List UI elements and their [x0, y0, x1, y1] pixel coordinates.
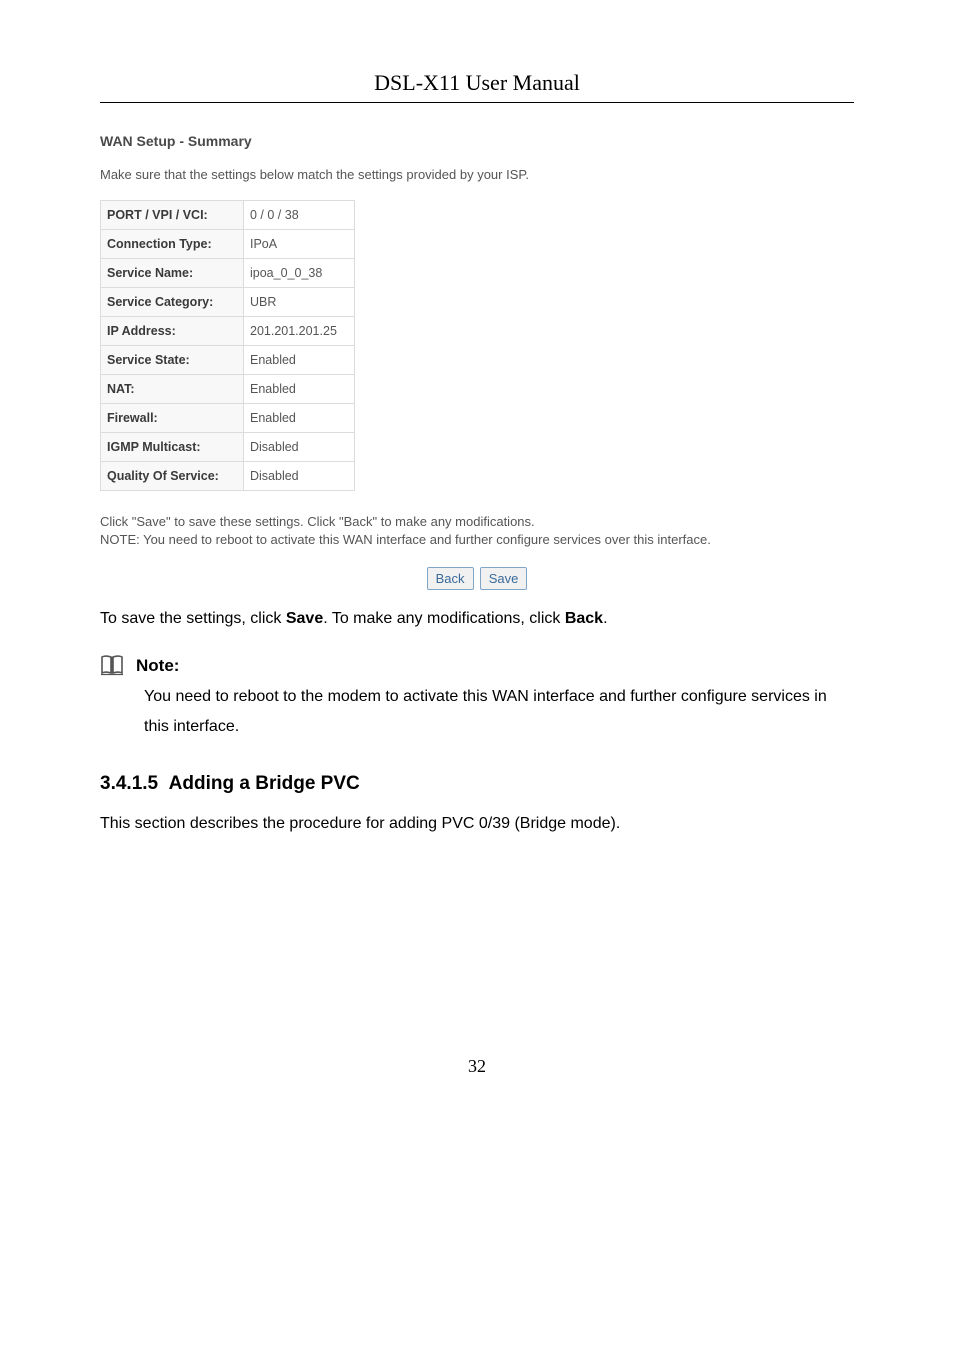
book-icon — [100, 654, 124, 676]
row-label: Connection Type: — [101, 230, 244, 259]
section-number: 3.4.1.5 — [100, 773, 158, 794]
row-label: NAT: — [101, 375, 244, 404]
table-row: Service State:Enabled — [101, 346, 355, 375]
row-label: Service Name: — [101, 259, 244, 288]
text-fragment: . — [603, 610, 607, 627]
note-label: Note: — [136, 656, 179, 676]
instruction-line-2: NOTE: You need to reboot to activate thi… — [100, 532, 711, 547]
section-heading: 3.4.1.5 Adding a Bridge PVC — [100, 773, 854, 795]
table-row: Firewall:Enabled — [101, 404, 355, 433]
panel-description: Make sure that the settings below match … — [100, 167, 854, 182]
row-label: PORT / VPI / VCI: — [101, 201, 244, 230]
panel-instructions: Click "Save" to save these settings. Cli… — [100, 513, 854, 549]
save-button[interactable]: Save — [480, 567, 528, 590]
back-button[interactable]: Back — [427, 567, 474, 590]
table-row: IP Address:201.201.201.25 — [101, 317, 355, 346]
page-number: 32 — [100, 1056, 854, 1077]
row-value: 0 / 0 / 38 — [244, 201, 355, 230]
table-row: PORT / VPI / VCI:0 / 0 / 38 — [101, 201, 355, 230]
row-label: Quality Of Service: — [101, 462, 244, 491]
document-header-title: DSL-X11 User Manual — [100, 70, 854, 103]
instruction-line-1: Click "Save" to save these settings. Cli… — [100, 514, 535, 529]
row-label: IGMP Multicast: — [101, 433, 244, 462]
row-value: Disabled — [244, 462, 355, 491]
section-title: Adding a Bridge PVC — [169, 773, 360, 794]
row-value: UBR — [244, 288, 355, 317]
row-value: Enabled — [244, 404, 355, 433]
table-row: Service Category:UBR — [101, 288, 355, 317]
table-row: NAT:Enabled — [101, 375, 355, 404]
wan-summary-panel: WAN Setup - Summary Make sure that the s… — [100, 133, 854, 590]
table-row: Service Name:ipoa_0_0_38 — [101, 259, 355, 288]
note-body: You need to reboot to the modem to activ… — [144, 682, 854, 743]
text-strong-save: Save — [286, 610, 323, 627]
table-row: Quality Of Service:Disabled — [101, 462, 355, 491]
text-strong-back: Back — [565, 610, 603, 627]
table-row: Connection Type:IPoA — [101, 230, 355, 259]
row-label: Service Category: — [101, 288, 244, 317]
row-value: 201.201.201.25 — [244, 317, 355, 346]
row-value: ipoa_0_0_38 — [244, 259, 355, 288]
row-value: Enabled — [244, 346, 355, 375]
row-label: Service State: — [101, 346, 244, 375]
body-paragraph-save-back: To save the settings, click Save. To mak… — [100, 606, 854, 632]
note-block: Note: You need to reboot to the modem to… — [100, 654, 854, 743]
button-row: Back Save — [100, 567, 854, 590]
row-label: Firewall: — [101, 404, 244, 433]
row-label: IP Address: — [101, 317, 244, 346]
text-fragment: To save the settings, click — [100, 610, 286, 627]
panel-title: WAN Setup - Summary — [100, 133, 854, 149]
text-fragment: . To make any modifications, click — [323, 610, 565, 627]
row-value: Enabled — [244, 375, 355, 404]
row-value: IPoA — [244, 230, 355, 259]
table-row: IGMP Multicast:Disabled — [101, 433, 355, 462]
row-value: Disabled — [244, 433, 355, 462]
summary-table: PORT / VPI / VCI:0 / 0 / 38 Connection T… — [100, 200, 355, 491]
section-body: This section describes the procedure for… — [100, 811, 854, 837]
